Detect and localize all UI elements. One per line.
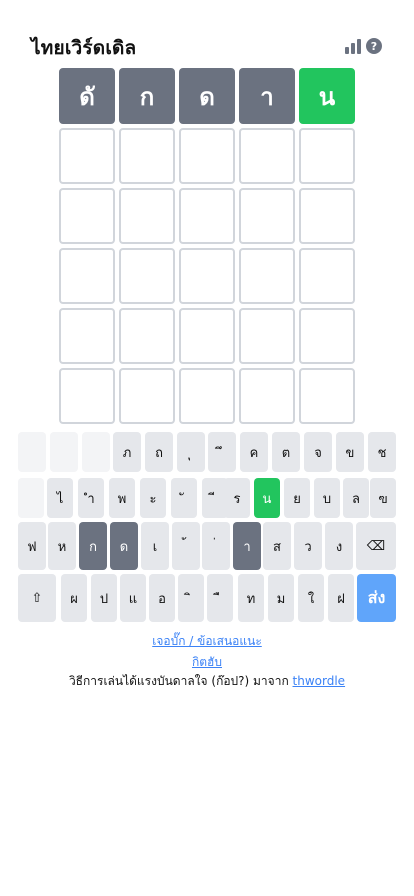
board-tile [239,188,295,244]
backspace-key[interactable]: ⌫ [356,522,396,570]
key[interactable]: ป [91,574,117,622]
stats-icon[interactable] [345,38,362,54]
game-board: ดักดาน [59,68,355,428]
key[interactable]: ฟ [18,522,46,570]
board-tile [179,128,235,184]
key[interactable]: ุ [177,432,205,472]
board-row [59,188,355,244]
key[interactable]: จ [304,432,332,472]
board-tile [119,128,175,184]
board-row [59,248,355,304]
shift-key[interactable]: ⇧ [18,574,56,622]
key[interactable]: า [233,522,261,570]
key[interactable]: ท [238,574,264,622]
board-tile [59,308,115,364]
key[interactable]: ห [48,522,76,570]
board-tile: ก [119,68,175,124]
key[interactable]: ค [240,432,268,472]
board-tile [59,188,115,244]
board-row [59,308,355,364]
board-tile [299,128,355,184]
key[interactable]: ผ [61,574,87,622]
key[interactable]: น [254,478,280,518]
board-tile [119,248,175,304]
key[interactable]: ต [272,432,300,472]
board-tile [299,188,355,244]
key[interactable]: เ [141,522,169,570]
bug-report-link[interactable]: เจอบั๊ก / ข้อเสนอแนะ [0,632,414,651]
board-tile [299,368,355,424]
board-row [59,128,355,184]
board-tile [239,248,295,304]
key[interactable]: ก [79,522,107,570]
key[interactable]: ้ [172,522,200,570]
key[interactable]: ร [224,478,250,518]
credit-line: วิธีการเล่นได้แรงบันดาลใจ (ก๊อป?) มาจาก … [0,672,414,691]
board-tile [179,368,235,424]
board-tile [299,248,355,304]
board-tile: า [239,68,295,124]
board-row [59,368,355,424]
blank-key [18,478,44,518]
board-tile [179,248,235,304]
key[interactable]: ฝ [328,574,354,622]
key[interactable]: ถ [145,432,173,472]
board-tile: ดั [59,68,115,124]
credit-text: วิธีการเล่นได้แรงบันดาลใจ (ก๊อป?) มาจาก [68,674,293,688]
key[interactable]: ฃ [370,478,396,518]
blank-key [50,432,78,472]
key[interactable]: ย [284,478,310,518]
board-tile [239,128,295,184]
board-tile [179,188,235,244]
key[interactable]: พ [109,478,135,518]
board-row: ดักดาน [59,68,355,124]
app-header: ไทยเวิร์ดเดิล ? [0,0,414,64]
board-tile [299,308,355,364]
key[interactable]: ไ [47,478,73,518]
board-tile [239,368,295,424]
board-tile [59,128,115,184]
board-tile [59,248,115,304]
blank-key [82,432,110,472]
board-tile [119,188,175,244]
keyboard-row: ⇧ผปแอิืทมใฝส่ง [0,574,414,622]
key[interactable]: ่ [202,522,230,570]
key[interactable]: ใ [298,574,324,622]
keyboard-row: ฟหกดเ้่าสวง⌫ [0,522,414,570]
board-tile [119,368,175,424]
key[interactable]: ภ [113,432,141,472]
key[interactable]: ช [368,432,396,472]
key[interactable]: ำ [78,478,104,518]
board-tile [119,308,175,364]
key[interactable]: ะ [140,478,166,518]
key[interactable]: ง [325,522,353,570]
key[interactable]: แ [120,574,146,622]
key[interactable]: ข [336,432,364,472]
github-link[interactable]: กิตฮับ [0,653,414,672]
key[interactable]: บ [314,478,340,518]
board-tile [59,368,115,424]
board-tile: น [299,68,355,124]
key[interactable]: อ [149,574,175,622]
key[interactable]: ว [294,522,322,570]
key[interactable]: ื [207,574,233,622]
key[interactable]: ั [171,478,197,518]
board-tile [239,308,295,364]
keyboard-row: ภถุึคตจขช [0,432,414,472]
key[interactable]: ึ [208,432,236,472]
blank-key [18,432,46,472]
help-icon[interactable]: ? [366,38,382,54]
key[interactable]: ม [268,574,294,622]
app-title: ไทยเวิร์ดเดิล [31,37,137,59]
thwordle-link[interactable]: thwordle [293,674,346,688]
key[interactable]: ด [110,522,138,570]
keyboard-row: ไำพะัีรนยบลฃ [0,478,414,518]
header-icons: ? [345,38,382,54]
board-tile: ด [179,68,235,124]
key[interactable]: ิ [178,574,204,622]
board-tile [179,308,235,364]
submit-key[interactable]: ส่ง [357,574,396,622]
key[interactable]: ส [263,522,291,570]
key[interactable]: ล [343,478,369,518]
